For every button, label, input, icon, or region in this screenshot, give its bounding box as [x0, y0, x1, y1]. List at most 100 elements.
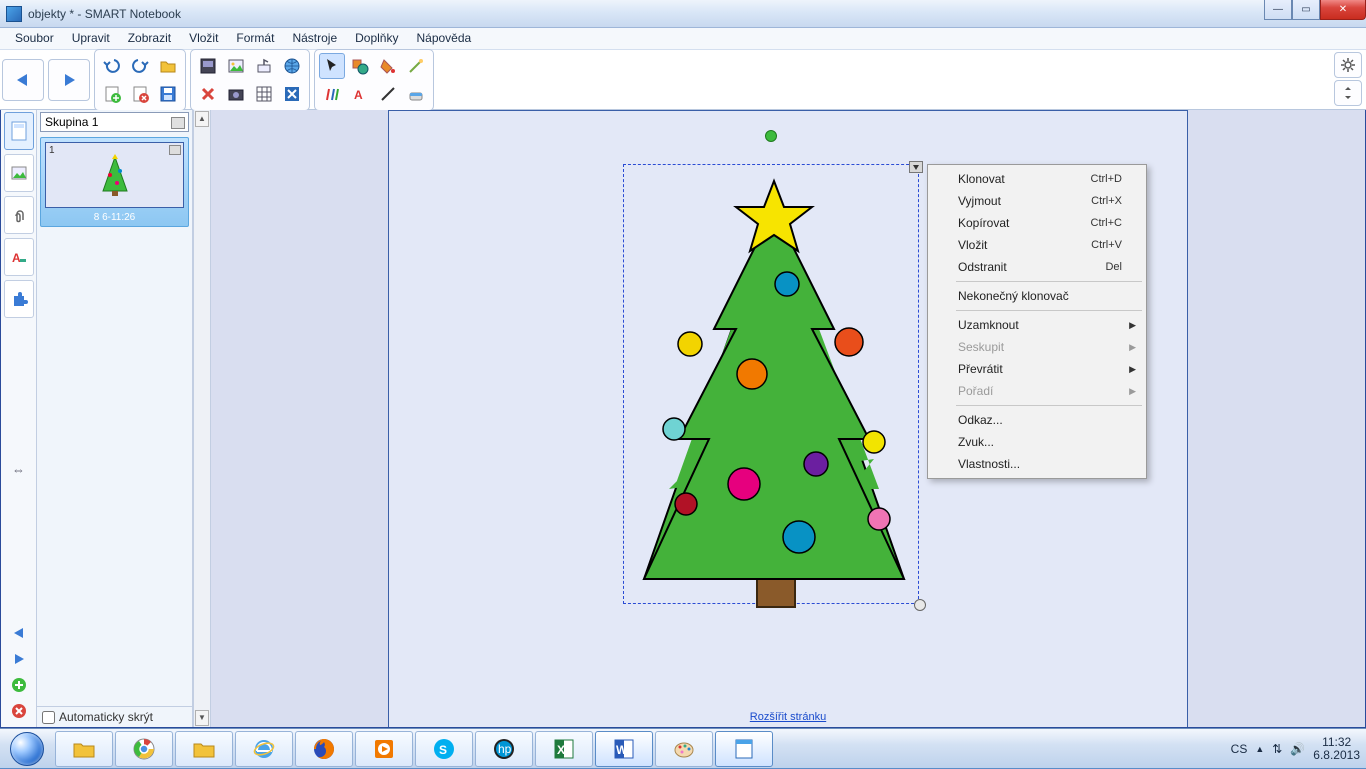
canvas-area[interactable]: KlonovatCtrl+DVyjmoutCtrl+XKopírovatCtrl… — [211, 110, 1365, 727]
tab-gallery[interactable] — [4, 154, 34, 192]
task-explorer-icon[interactable] — [55, 731, 113, 767]
context-item[interactable]: Nekonečný klonovač — [930, 285, 1144, 307]
tray-volume-icon[interactable]: 🔊 — [1290, 742, 1305, 756]
extend-page-link[interactable]: Rozšířit stránku — [750, 711, 826, 723]
context-item-label: Odstranit — [958, 260, 1007, 274]
context-item-label: Kopírovat — [958, 216, 1009, 230]
panel-scrollbar[interactable]: ▲ ▼ — [193, 110, 211, 727]
tree-object[interactable] — [574, 149, 974, 629]
menu-addons[interactable]: Doplňky — [346, 28, 407, 49]
task-ie-icon[interactable] — [235, 731, 293, 767]
page-canvas[interactable]: KlonovatCtrl+DVyjmoutCtrl+XKopírovatCtrl… — [388, 110, 1188, 727]
task-media-icon[interactable] — [355, 731, 413, 767]
pens-button[interactable] — [319, 81, 345, 107]
group-selector[interactable]: Skupina 1 — [40, 112, 189, 132]
add-page-button[interactable] — [5, 673, 33, 697]
menu-format[interactable]: Formát — [227, 28, 283, 49]
menu-insert[interactable]: Vložit — [180, 28, 227, 49]
tray-language[interactable]: CS — [1231, 742, 1248, 756]
document-camera-button[interactable] — [251, 53, 277, 79]
insert-image-button[interactable] — [223, 53, 249, 79]
menu-file[interactable]: Soubor — [6, 28, 63, 49]
menu-help[interactable]: Nápověda — [407, 28, 480, 49]
task-chrome-icon[interactable] — [115, 731, 173, 767]
tray-clock[interactable]: 11:32 6.8.2013 — [1313, 736, 1360, 762]
task-word-icon[interactable]: W — [595, 731, 653, 767]
context-item[interactable]: Vlastnosti... — [930, 453, 1144, 475]
minimize-button[interactable]: — — [1264, 0, 1292, 20]
open-button[interactable] — [155, 53, 181, 79]
context-item[interactable]: OdstranitDel — [930, 256, 1144, 278]
page-number: 1 — [49, 145, 55, 156]
task-hp-icon[interactable]: hp — [475, 731, 533, 767]
text-button[interactable]: A — [347, 81, 373, 107]
tab-properties[interactable]: A — [4, 238, 34, 276]
save-button[interactable] — [155, 81, 181, 107]
side-nav-buttons — [5, 621, 33, 727]
titlebar[interactable]: objekty * - SMART Notebook — ▭ ✕ — [0, 0, 1366, 28]
context-item[interactable]: Uzamknout▶ — [930, 314, 1144, 336]
screen-shade-button[interactable] — [195, 53, 221, 79]
menu-view[interactable]: Zobrazit — [119, 28, 180, 49]
context-item[interactable]: VložitCtrl+V — [930, 234, 1144, 256]
system-tray[interactable]: CS ▲ ⇅ 🔊 11:32 6.8.2013 — [1231, 729, 1360, 769]
internet-button[interactable] — [279, 53, 305, 79]
context-separator — [956, 281, 1142, 282]
select-tool-button[interactable] — [319, 53, 345, 79]
task-folder-icon[interactable] — [175, 731, 233, 767]
settings-button[interactable] — [1334, 52, 1362, 78]
thumbnail-menu-button[interactable] — [169, 145, 181, 155]
delete-button[interactable] — [195, 81, 221, 107]
task-smart-notebook-icon[interactable] — [715, 731, 773, 767]
start-button[interactable] — [0, 729, 54, 769]
context-item[interactable]: KopírovatCtrl+C — [930, 212, 1144, 234]
menu-tools[interactable]: Nástroje — [283, 28, 346, 49]
fill-button[interactable] — [375, 53, 401, 79]
taskbar[interactable]: S hp X W CS ▲ ⇅ 🔊 11:32 6.8.2013 — [0, 728, 1366, 768]
scroll-up-button[interactable]: ▲ — [195, 111, 209, 127]
eraser-button[interactable] — [403, 81, 429, 107]
prev-page-button[interactable] — [5, 621, 33, 645]
context-item[interactable]: VyjmoutCtrl+X — [930, 190, 1144, 212]
next-page-button[interactable] — [5, 647, 33, 671]
menu-edit[interactable]: Upravit — [63, 28, 119, 49]
tray-network-icon[interactable]: ⇅ — [1272, 742, 1282, 756]
context-item[interactable]: KlonovatCtrl+D — [930, 168, 1144, 190]
toolbar: A — [0, 50, 1366, 110]
task-excel-icon[interactable]: X — [535, 731, 593, 767]
new-page-button[interactable] — [99, 81, 125, 107]
table-button[interactable] — [251, 81, 277, 107]
auto-hide-row[interactable]: Automaticky skrýt — [37, 706, 192, 727]
maximize-button[interactable]: ▭ — [1292, 0, 1320, 20]
delete-page-button[interactable] — [127, 81, 153, 107]
nav-back-button[interactable] — [2, 59, 44, 101]
context-item[interactable]: Převrátit▶ — [930, 358, 1144, 380]
tab-attachments[interactable] — [4, 196, 34, 234]
context-item[interactable]: Odkaz... — [930, 409, 1144, 431]
resize-handle-icon[interactable]: ⇔ — [12, 462, 25, 477]
move-toolbar-button[interactable] — [1334, 80, 1362, 106]
svg-text:W: W — [616, 743, 628, 757]
task-paint-icon[interactable] — [655, 731, 713, 767]
page-thumbnail-selected[interactable]: 1 8 6-11:26 — [40, 137, 189, 227]
task-firefox-icon[interactable] — [295, 731, 353, 767]
shapes-button[interactable] — [347, 53, 373, 79]
line-button[interactable] — [375, 81, 401, 107]
scroll-down-button[interactable]: ▼ — [195, 710, 209, 726]
remove-page-button[interactable] — [5, 699, 33, 723]
tab-addons[interactable] — [4, 280, 34, 318]
magic-pen-button[interactable] — [403, 53, 429, 79]
redo-button[interactable] — [127, 53, 153, 79]
smart-exchange-button[interactable] — [279, 81, 305, 107]
rotate-handle[interactable] — [765, 130, 777, 142]
undo-button[interactable] — [99, 53, 125, 79]
auto-hide-checkbox[interactable] — [42, 711, 55, 724]
tray-show-hidden-icon[interactable]: ▲ — [1255, 744, 1264, 754]
task-skype-icon[interactable]: S — [415, 731, 473, 767]
tab-page-sorter[interactable] — [4, 112, 34, 150]
nav-forward-button[interactable] — [48, 59, 90, 101]
context-item[interactable]: Zvuk... — [930, 431, 1144, 453]
capture-button[interactable] — [223, 81, 249, 107]
page-thumbnail[interactable]: 1 — [45, 142, 184, 208]
close-button[interactable]: ✕ — [1320, 0, 1366, 20]
